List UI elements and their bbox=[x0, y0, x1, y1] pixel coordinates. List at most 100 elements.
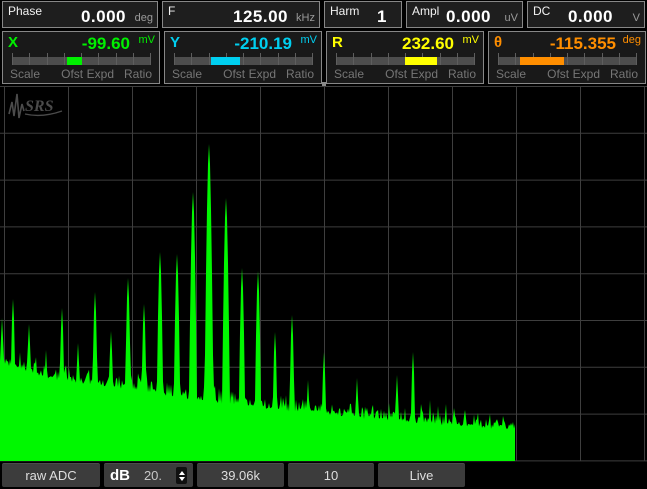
slider-tick bbox=[278, 53, 279, 65]
slider-tick bbox=[312, 53, 313, 65]
param-phase-label: Phase bbox=[8, 4, 42, 18]
channel-y-unit: mV bbox=[301, 34, 318, 46]
channel-y-letter: Y bbox=[170, 34, 180, 51]
channel-x-unit: mV bbox=[139, 34, 156, 46]
channel-theta-offset-slider[interactable] bbox=[498, 57, 636, 65]
param-phase-unit: deg bbox=[135, 12, 153, 24]
channel-theta-offset-indicator[interactable] bbox=[520, 57, 564, 65]
param-frequency-unit: kHz bbox=[296, 12, 315, 24]
slider-tick bbox=[602, 53, 603, 65]
channel-r-offset-slider[interactable] bbox=[336, 57, 474, 65]
channel-x-offset-indicator[interactable] bbox=[67, 57, 82, 65]
slider-tick bbox=[636, 53, 637, 65]
channel-x-ratio-button[interactable]: Ratio bbox=[124, 67, 152, 81]
bottom-softkey-bar: raw ADC dB 20. 39.06k 10 Live bbox=[2, 463, 465, 487]
logo-text: SRS bbox=[25, 98, 54, 115]
averages-button[interactable]: 10 bbox=[288, 463, 374, 487]
param-dc-offset[interactable]: DC 0.000 V bbox=[527, 1, 645, 28]
channel-r-ratio-button[interactable]: Ratio bbox=[448, 67, 476, 81]
param-phase[interactable]: Phase 0.000 deg bbox=[2, 1, 158, 28]
channel-theta-scale-button[interactable]: Scale bbox=[496, 67, 526, 81]
instrument-screen: SRS Phase 0.000 deg F 125.00 kHz Harm 1 … bbox=[0, 0, 647, 489]
channel-r-unit: mV bbox=[463, 34, 480, 46]
mode-button[interactable]: Live bbox=[378, 463, 465, 487]
channel-y-value: -210.19 bbox=[234, 34, 292, 54]
param-frequency[interactable]: F 125.00 kHz bbox=[162, 1, 320, 28]
channel-x-ofst-button[interactable]: Ofst bbox=[61, 67, 83, 81]
channel-x-display[interactable]: X -99.60 mV Scale Ofst Expd Ratio bbox=[2, 31, 160, 84]
slider-tick bbox=[174, 53, 175, 65]
channel-r-value: 232.60 bbox=[402, 34, 454, 54]
channel-theta-ofst-button[interactable]: Ofst bbox=[547, 67, 569, 81]
channel-x-scale-button[interactable]: Scale bbox=[10, 67, 40, 81]
slider-tick bbox=[98, 53, 99, 65]
slider-tick bbox=[29, 53, 30, 65]
slider-tick bbox=[567, 53, 568, 65]
channel-r-scale-button[interactable]: Scale bbox=[334, 67, 364, 81]
slider-tick bbox=[150, 53, 151, 65]
spinner-down-icon[interactable] bbox=[179, 477, 185, 481]
channel-theta-expd-button[interactable]: Expd bbox=[573, 67, 600, 81]
channel-y-display[interactable]: Y -210.19 mV Scale Ofst Expd Ratio bbox=[164, 31, 322, 84]
channel-r-ofst-button[interactable]: Ofst bbox=[385, 67, 407, 81]
slider-tick bbox=[584, 53, 585, 65]
slider-tick bbox=[336, 53, 337, 65]
param-harmonic-label: Harm bbox=[330, 4, 359, 18]
averages-value: 10 bbox=[324, 468, 338, 483]
channel-theta-ratio-button[interactable]: Ratio bbox=[610, 67, 638, 81]
slider-tick bbox=[440, 53, 441, 65]
param-harmonic-value: 1 bbox=[377, 7, 387, 27]
spectrum-trace bbox=[0, 144, 515, 461]
slider-tick bbox=[457, 53, 458, 65]
slider-tick bbox=[474, 53, 475, 65]
slider-tick bbox=[295, 53, 296, 65]
db-value: 20. bbox=[130, 468, 176, 483]
source-label: raw ADC bbox=[25, 468, 76, 483]
param-amplitude-label: Ampl bbox=[412, 4, 439, 18]
slider-tick bbox=[243, 53, 244, 65]
spinner-up-icon[interactable] bbox=[179, 471, 185, 475]
slider-tick bbox=[64, 53, 65, 65]
slider-tick bbox=[353, 53, 354, 65]
db-spinner-control[interactable] bbox=[176, 467, 187, 484]
channel-y-ofst-button[interactable]: Ofst bbox=[223, 67, 245, 81]
channel-y-expd-button[interactable]: Expd bbox=[249, 67, 276, 81]
param-harmonic[interactable]: Harm 1 bbox=[324, 1, 402, 28]
slider-tick bbox=[515, 53, 516, 65]
channel-r-display[interactable]: R 232.60 mV Scale Ofst Expd Ratio bbox=[326, 31, 484, 84]
channel-x-value: -99.60 bbox=[82, 34, 130, 54]
span-button[interactable]: 39.06k bbox=[197, 463, 284, 487]
top-parameter-row: Phase 0.000 deg F 125.00 kHz Harm 1 Ampl… bbox=[2, 1, 645, 28]
slider-tick bbox=[47, 53, 48, 65]
channel-x-expd-button[interactable]: Expd bbox=[87, 67, 114, 81]
srs-logo-icon: SRS bbox=[6, 90, 70, 122]
channel-r-letter: R bbox=[332, 34, 343, 51]
source-button[interactable]: raw ADC bbox=[2, 463, 100, 487]
slider-tick bbox=[619, 53, 620, 65]
param-phase-value: 0.000 bbox=[81, 7, 126, 27]
channel-display-row: X -99.60 mV Scale Ofst Expd Ratio Y -210… bbox=[2, 31, 646, 84]
channel-r-expd-button[interactable]: Expd bbox=[411, 67, 438, 81]
channel-theta-display[interactable]: θ -115.355 deg Scale Ofst Expd Ratio bbox=[488, 31, 646, 84]
slider-tick bbox=[191, 53, 192, 65]
mode-value: Live bbox=[410, 468, 434, 483]
param-amplitude-unit: uV bbox=[505, 12, 518, 24]
param-amplitude-value: 0.000 bbox=[446, 7, 491, 27]
slider-tick bbox=[209, 53, 210, 65]
channel-x-offset-slider[interactable] bbox=[12, 57, 150, 65]
channel-x-controls: Scale Ofst Expd Ratio bbox=[10, 67, 152, 81]
param-dc-value: 0.000 bbox=[568, 7, 613, 27]
channel-r-offset-indicator[interactable] bbox=[405, 57, 437, 65]
channel-y-offset-slider[interactable] bbox=[174, 57, 312, 65]
channel-theta-controls: Scale Ofst Expd Ratio bbox=[496, 67, 638, 81]
channel-theta-value: -115.355 bbox=[550, 34, 616, 54]
channel-y-offset-indicator[interactable] bbox=[211, 57, 240, 65]
param-dc-unit: V bbox=[633, 12, 640, 24]
param-frequency-value: 125.00 bbox=[233, 7, 288, 27]
param-amplitude[interactable]: Ampl 0.000 uV bbox=[406, 1, 523, 28]
param-frequency-label: F bbox=[168, 4, 175, 18]
channel-x-letter: X bbox=[8, 34, 18, 51]
db-scale-button[interactable]: dB 20. bbox=[104, 463, 193, 487]
channel-y-scale-button[interactable]: Scale bbox=[172, 67, 202, 81]
channel-y-ratio-button[interactable]: Ratio bbox=[286, 67, 314, 81]
